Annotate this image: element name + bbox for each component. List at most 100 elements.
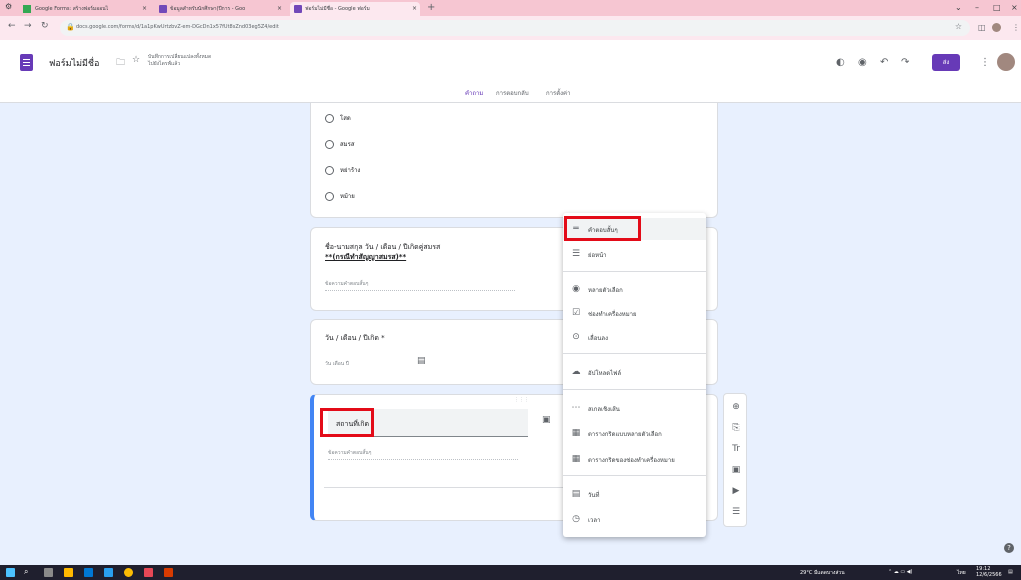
mail-icon[interactable] <box>84 568 93 577</box>
notifications-icon[interactable]: ▤ <box>1008 569 1013 575</box>
tab-label: Google Forms: สร้างฟอร์มออนไ <box>35 6 109 12</box>
short-answer-placeholder: ข้อความคำตอบสั้นๆ <box>325 280 515 291</box>
menu-item-label: หลายตัวเลือก <box>588 287 623 294</box>
option-label: หย่าร้าง <box>340 167 361 174</box>
drag-handle-icon[interactable]: ⋮⋮⋮ <box>514 397 529 403</box>
browser-tab-strip: ⚙ Google Forms: สร้างฟอร์มออนไ × ข้อมูลส… <box>0 0 1021 16</box>
radio-option[interactable]: โสด <box>325 113 351 123</box>
tab-label: ฟอร์มไม่มีชื่อ - Google ฟอร์ม <box>305 6 370 12</box>
close-tab-icon[interactable]: × <box>412 2 417 16</box>
redo-icon[interactable]: ↷ <box>901 57 909 68</box>
close-window-button[interactable]: × <box>1011 3 1018 12</box>
menu-item-time[interactable]: ◷ เวลา <box>563 508 706 530</box>
lock-icon: 🔒 <box>66 23 75 31</box>
back-icon[interactable]: ← <box>8 21 16 31</box>
add-question-icon[interactable]: ⊕ <box>729 402 743 412</box>
menu-item-date[interactable]: ▤ วันที่ <box>563 483 706 505</box>
windows-start-icon[interactable] <box>6 568 15 577</box>
tab-responses[interactable]: การตอบกลับ <box>496 88 529 98</box>
forward-icon[interactable]: → <box>24 21 32 31</box>
google-forms-favicon <box>23 5 31 13</box>
radio-circle-icon <box>325 140 334 149</box>
menu-item-label: ช่องทำเครื่องหมาย <box>588 311 637 318</box>
browser-tab-google-forms[interactable]: Google Forms: สร้างฟอร์มออนไ × <box>20 2 150 16</box>
preview-eye-icon[interactable]: ◉ <box>858 57 867 68</box>
forms-logo-icon[interactable] <box>20 54 33 71</box>
add-title-icon[interactable]: Tr <box>729 444 743 454</box>
option-label: โสด <box>340 115 351 122</box>
palette-icon[interactable]: ◐ <box>836 57 845 68</box>
extensions-icon[interactable]: ◫ <box>978 23 986 32</box>
options-question-card: โสด สมรส หย่าร้าง หม้าย <box>310 103 718 218</box>
clock[interactable]: 19:12 12/6/2566 <box>976 566 1002 578</box>
system-tray-icons[interactable]: ⌃ ☁ ▭ ◀) <box>888 569 912 575</box>
profile-avatar[interactable] <box>992 23 1001 32</box>
send-button[interactable]: ส่ง <box>932 54 960 71</box>
more-options-icon[interactable]: ⋮ <box>980 57 990 68</box>
import-questions-icon[interactable]: ⎘ <box>729 423 743 433</box>
new-tab-icon[interactable]: + <box>427 2 435 14</box>
close-tab-icon[interactable]: × <box>142 2 147 16</box>
account-avatar[interactable] <box>997 53 1015 71</box>
address-bar[interactable]: 🔒 docs.google.com/forms/d/1a1pKwUrtzbvZ-… <box>60 20 970 36</box>
task-view-icon[interactable] <box>44 568 53 577</box>
menu-item-mc-grid[interactable]: ▦ ตารางกริดแบบหลายตัวเลือก <box>563 422 706 444</box>
highlight-box-question-title <box>320 408 374 437</box>
browser-tab-data[interactable]: ข้อมูลสำหรับนักศึกษา(ปีการ - Goo × <box>155 2 285 16</box>
highlight-box-short-answer <box>564 216 641 241</box>
weather-status[interactable]: 29°C มีแดดบางส่วน <box>800 569 845 577</box>
menu-item-checkbox-grid[interactable]: ▦ ตารางกริดของช่องทำเครื่องหมาย <box>563 448 706 470</box>
grid-icon: ▦ <box>571 428 581 438</box>
star-icon[interactable]: ☆ <box>132 55 140 65</box>
menu-item-dropdown[interactable]: ⊙ เลื่อนลง <box>563 326 706 348</box>
tab-settings[interactable]: การตั้งค่า <box>546 88 570 98</box>
app-taskbar-icon[interactable] <box>144 568 153 577</box>
add-image-icon[interactable]: ▣ <box>542 415 551 425</box>
save-status-line2: ไปยังไดรฟ์แล้ว <box>148 61 181 67</box>
url-text: docs.google.com/forms/d/1a1pKwUrtzbvZ-em… <box>76 24 279 30</box>
chrome-more-icon[interactable]: ⋮ <box>1012 23 1020 32</box>
question-title: ชื่อ-นามสกุล วัน / เดือน / ปีเกิดคู่สมรส… <box>325 242 440 262</box>
option-label: สมรส <box>340 141 355 148</box>
move-to-folder-icon[interactable]: 🗀 <box>116 55 125 71</box>
app-taskbar-icon[interactable] <box>164 568 173 577</box>
option-label: หม้าย <box>340 193 355 200</box>
menu-item-file-upload[interactable]: ☁ อัปโหลดไฟล์ <box>563 361 706 383</box>
menu-item-multiple-choice[interactable]: ◉ หลายตัวเลือก <box>563 278 706 300</box>
bookmark-star-icon[interactable]: ☆ <box>955 22 962 31</box>
add-section-icon[interactable]: ☰ <box>729 507 743 517</box>
menu-divider <box>563 475 706 476</box>
menu-item-label: ตารางกริดของช่องทำเครื่องหมาย <box>588 457 675 464</box>
browser-tab-untitled-form[interactable]: ฟอร์มไม่มีชื่อ - Google ฟอร์ม × <box>290 2 420 16</box>
tab-search-icon[interactable]: ⌄ <box>955 3 962 12</box>
radio-option[interactable]: หม้าย <box>325 191 355 201</box>
calendar-icon: ▤ <box>417 356 426 366</box>
menu-item-linear-scale[interactable]: ⋯ สเกลเชิงเส้น <box>563 397 706 419</box>
clock-icon: ◷ <box>572 514 580 524</box>
close-tab-icon[interactable]: × <box>277 2 282 16</box>
maximize-button[interactable]: □ <box>993 3 1001 12</box>
chrome-menu-icon[interactable]: ⚙ <box>5 2 12 11</box>
radio-option[interactable]: หย่าร้าง <box>325 165 360 175</box>
help-icon[interactable]: ? <box>1004 543 1014 553</box>
menu-item-paragraph[interactable]: ☰ ย่อหน้า <box>563 243 706 265</box>
reload-icon[interactable]: ↻ <box>41 21 49 31</box>
checkbox-icon: ☑ <box>571 308 581 318</box>
form-title[interactable]: ฟอร์มไม่มีชื่อ <box>49 56 99 70</box>
menu-item-label: เวลา <box>588 517 601 524</box>
paragraph-icon: ☰ <box>571 249 581 259</box>
add-image-icon[interactable]: ▣ <box>729 465 743 475</box>
input-language[interactable]: ไทย <box>957 569 966 577</box>
menu-item-checkboxes[interactable]: ☑ ช่องทำเครื่องหมาย <box>563 302 706 324</box>
radio-option[interactable]: สมรส <box>325 139 355 149</box>
file-explorer-icon[interactable] <box>64 568 73 577</box>
add-video-icon[interactable]: ▶ <box>729 486 743 496</box>
search-icon[interactable]: ⌕ <box>24 567 28 577</box>
edge-icon[interactable] <box>104 568 113 577</box>
question-type-menu: ═ คำตอบสั้นๆ ☰ ย่อหน้า ◉ หลายตัวเลือก ☑ ช่อง… <box>563 213 706 537</box>
chrome-taskbar-icon[interactable] <box>124 568 133 577</box>
menu-item-label: ตารางกริดแบบหลายตัวเลือก <box>588 431 662 438</box>
undo-icon[interactable]: ↶ <box>880 57 888 68</box>
menu-item-label: สเกลเชิงเส้น <box>588 406 620 413</box>
minimize-button[interactable]: – <box>975 3 979 12</box>
